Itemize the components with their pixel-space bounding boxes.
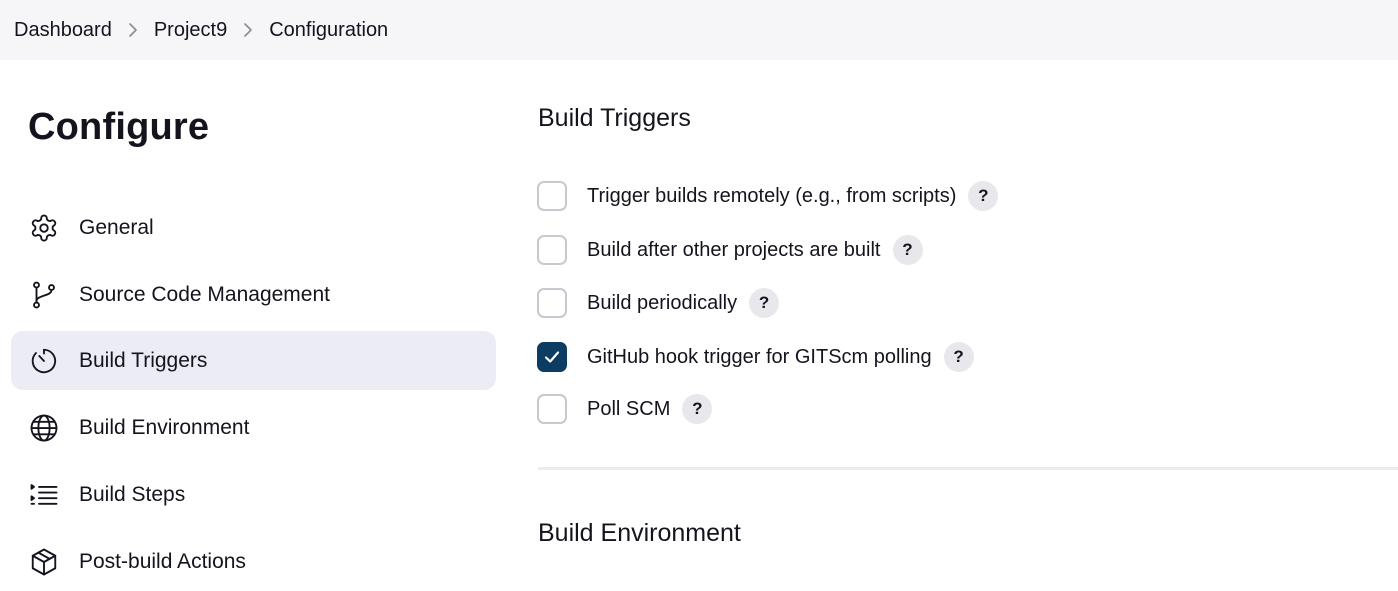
help-button[interactable]: ? (682, 394, 713, 424)
breadcrumb-project9[interactable]: Project9 (154, 19, 227, 42)
trigger-option-label[interactable]: Build periodically (587, 292, 737, 315)
chevron-right-icon (126, 22, 140, 38)
trigger-option: Trigger builds remotely (e.g., from scri… (537, 178, 999, 214)
sidebar-item-build-triggers[interactable]: Build Triggers (11, 331, 496, 390)
trigger-option: Poll SCM ? (537, 391, 713, 427)
help-button[interactable]: ? (968, 181, 999, 211)
sidebar-item-label: General (79, 215, 154, 239)
sidebar-item-label: Build Environment (79, 415, 250, 439)
breadcrumb-dashboard[interactable]: Dashboard (14, 19, 112, 42)
breadcrumb: Dashboard Project9 Configuration (0, 0, 1398, 60)
section-title-build-triggers: Build Triggers (538, 104, 691, 132)
page-title: Configure (28, 106, 210, 148)
timer-icon (29, 346, 59, 376)
help-button[interactable]: ? (892, 235, 923, 265)
trigger-remote-checkbox[interactable] (537, 181, 567, 211)
sidebar-item-build-steps[interactable]: Build Steps (11, 465, 496, 524)
gear-icon (29, 213, 59, 243)
sidebar-item-post-build-actions[interactable]: Post-build Actions (11, 532, 496, 591)
section-title-build-environment: Build Environment (538, 519, 741, 547)
trigger-option: GitHub hook trigger for GITScm polling ? (537, 339, 974, 375)
breadcrumb-configuration[interactable]: Configuration (269, 19, 388, 42)
list-steps-icon (29, 480, 59, 510)
trigger-option: Build periodically ? (537, 285, 780, 321)
sidebar-item-label: Post-build Actions (79, 549, 246, 573)
trigger-option-label[interactable]: GitHub hook trigger for GITScm polling (587, 346, 932, 369)
trigger-option-label[interactable]: Trigger builds remotely (e.g., from scri… (587, 185, 956, 208)
github-hook-trigger-checkbox[interactable] (537, 342, 567, 372)
help-button[interactable]: ? (749, 288, 780, 318)
build-periodically-checkbox[interactable] (537, 288, 567, 318)
section-divider (538, 467, 1398, 470)
trigger-option: Build after other projects are built ? (537, 232, 923, 268)
checkmark-icon (544, 351, 560, 363)
help-button[interactable]: ? (943, 342, 974, 372)
build-after-other-projects-checkbox[interactable] (537, 235, 567, 265)
sidebar-item-general[interactable]: General (11, 198, 496, 257)
globe-icon (29, 413, 59, 443)
sidebar-item-label: Source Code Management (79, 282, 330, 306)
poll-scm-checkbox[interactable] (537, 394, 567, 424)
sidebar-item-label: Build Triggers (79, 348, 208, 372)
package-icon (29, 547, 59, 577)
trigger-option-label[interactable]: Build after other projects are built (587, 239, 881, 262)
sidebar-item-source-code-management[interactable]: Source Code Management (11, 265, 496, 324)
chevron-right-icon (241, 22, 255, 38)
sidebar-item-build-environment[interactable]: Build Environment (11, 398, 496, 457)
sidebar-item-label: Build Steps (79, 482, 186, 506)
trigger-option-label[interactable]: Poll SCM (587, 398, 670, 421)
git-branch-icon (29, 280, 59, 310)
